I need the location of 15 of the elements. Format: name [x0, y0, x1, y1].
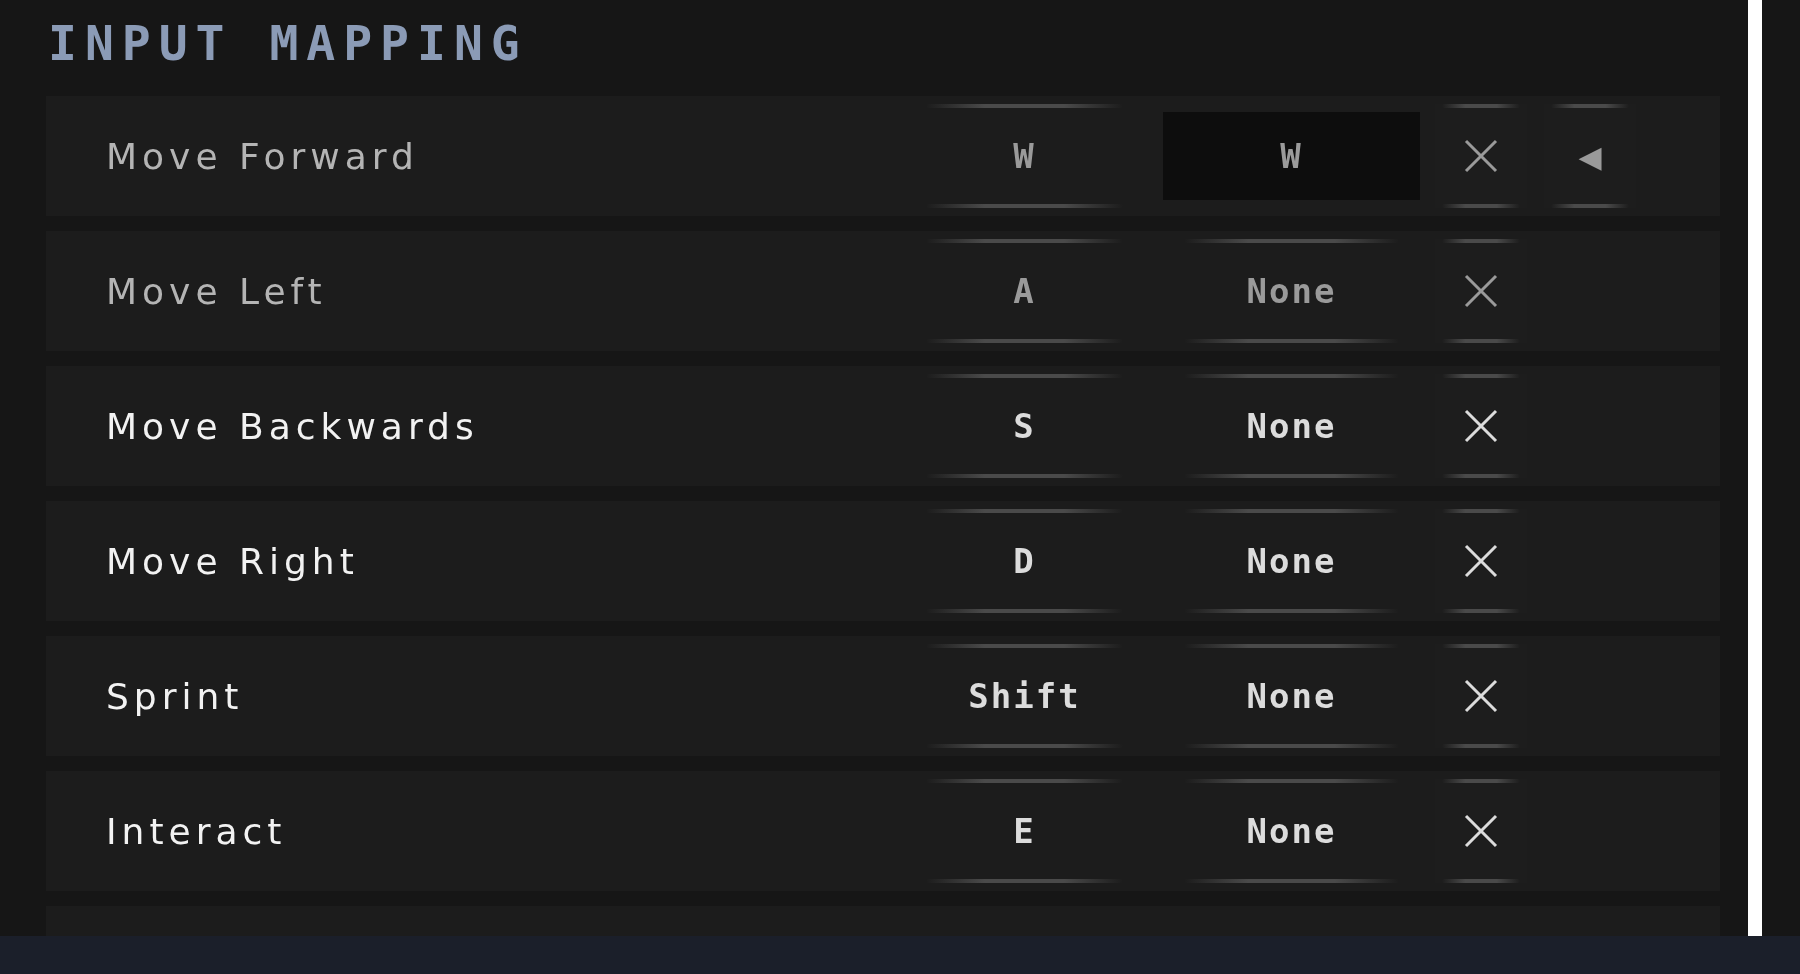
close-icon	[1464, 544, 1498, 578]
close-icon	[1464, 679, 1498, 713]
action-label: Move Right	[106, 540, 360, 582]
close-icon	[1464, 139, 1498, 173]
close-icon	[1464, 409, 1498, 443]
action-label: Move Backwards	[106, 405, 480, 447]
scrollbar[interactable]	[1748, 0, 1762, 936]
close-icon	[1464, 814, 1498, 848]
secondary-key-button[interactable]: W	[1163, 112, 1420, 200]
action-label: Move Forward	[106, 135, 420, 177]
action-label: Move Left	[106, 270, 328, 312]
page-title: INPUT MAPPING	[48, 14, 528, 72]
action-label: Interact	[106, 810, 288, 852]
close-icon	[1464, 274, 1498, 308]
action-label: Sprint	[106, 675, 245, 717]
